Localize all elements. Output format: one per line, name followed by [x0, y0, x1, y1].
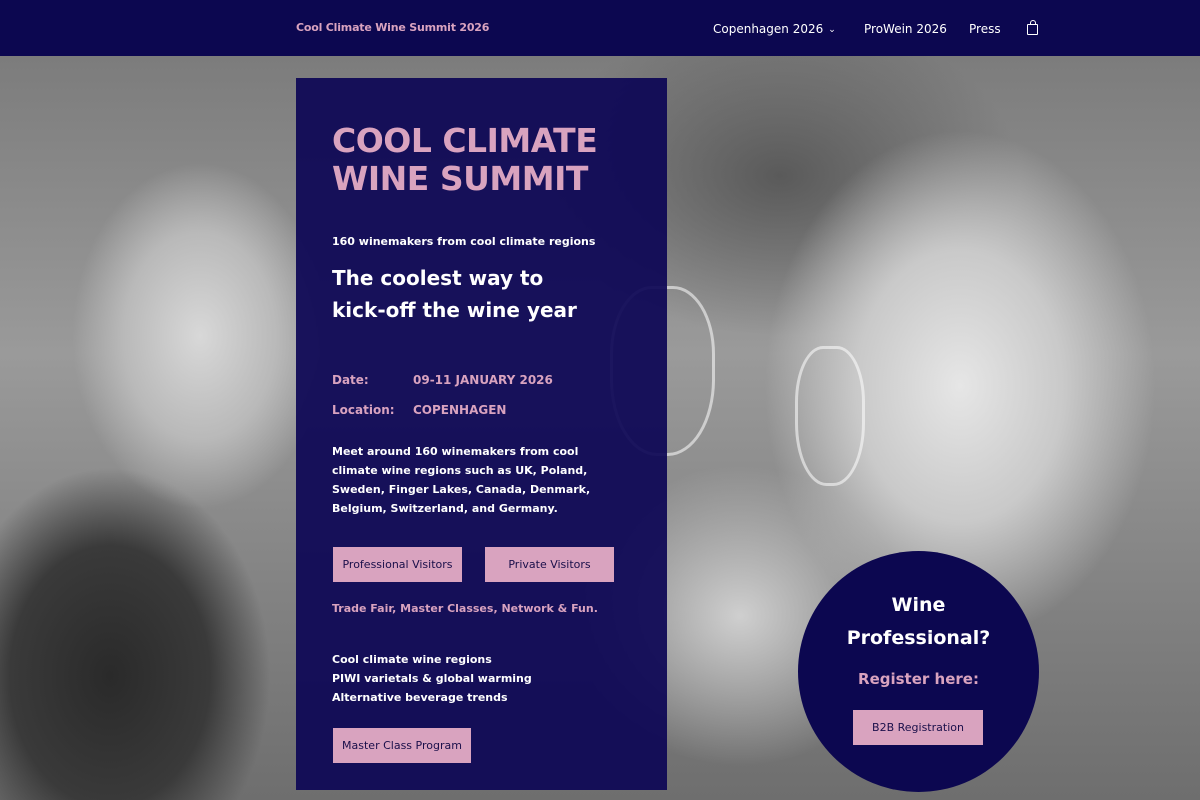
- callout-heading: Wine Professional?: [798, 589, 1039, 655]
- hero-panel: COOL CLIMATE WINE SUMMIT 160 winemakers …: [296, 78, 667, 790]
- hero-tagline: The coolest way to kick-off the wine yea…: [332, 262, 652, 326]
- date-label: Date:: [332, 373, 369, 387]
- wine-glass-image: [795, 346, 865, 486]
- callout-heading-line: Wine: [891, 594, 946, 616]
- date-value: 09-11 JANUARY 2026: [413, 373, 553, 387]
- hero-subtitle: 160 winemakers from cool climate regions: [332, 235, 596, 248]
- master-class-program-button[interactable]: Master Class Program: [333, 728, 471, 763]
- site-brand-link[interactable]: Cool Climate Wine Summit 2026: [296, 21, 489, 34]
- event-description: Meet around 160 winemakers from cool cli…: [332, 445, 591, 515]
- b2b-registration-button[interactable]: B2B Registration: [853, 710, 983, 745]
- list-item: Alternative beverage trends: [332, 691, 508, 704]
- nav-item-press[interactable]: Press: [969, 22, 1001, 36]
- top-navigation-bar: Cool Climate Wine Summit 2026 Copenhagen…: [0, 0, 1200, 56]
- tagline-line: kick-off the wine year: [332, 298, 577, 322]
- features-text: Trade Fair, Master Classes, Network & Fu…: [332, 602, 598, 615]
- professional-visitors-button[interactable]: Professional Visitors: [333, 547, 462, 582]
- location-value: COPENHAGEN: [413, 403, 507, 417]
- nav-item-copenhagen-2026[interactable]: Copenhagen 2026 ⌄: [713, 22, 836, 36]
- callout-heading-line: Professional?: [846, 627, 991, 649]
- topics-list: Cool climate wine regions PIWI varietals…: [332, 650, 532, 707]
- title-line: COOL CLIMATE: [332, 121, 598, 160]
- list-item: PIWI varietals & global warming: [332, 672, 532, 685]
- nav-item-label: Copenhagen 2026: [713, 22, 824, 36]
- chevron-down-icon: ⌄: [828, 25, 836, 35]
- list-item: Cool climate wine regions: [332, 653, 492, 666]
- nav-item-prowein-2026[interactable]: ProWein 2026: [864, 22, 947, 36]
- location-label: Location:: [332, 403, 395, 417]
- tagline-line: The coolest way to: [332, 266, 544, 290]
- shopping-bag-icon[interactable]: [1027, 20, 1038, 35]
- title-line: WINE SUMMIT: [332, 159, 588, 198]
- private-visitors-button[interactable]: Private Visitors: [485, 547, 614, 582]
- callout-subheading: Register here:: [858, 670, 979, 688]
- registration-callout: Wine Professional? Register here: B2B Re…: [798, 551, 1039, 792]
- page-title: COOL CLIMATE WINE SUMMIT: [332, 122, 632, 198]
